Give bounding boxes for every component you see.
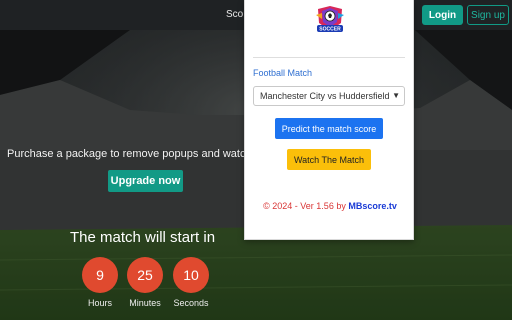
countdown-hours: 9 [82, 257, 118, 293]
match-select[interactable]: Manchester City vs Huddersfield ▼ [253, 86, 405, 106]
football-match-label: Football Match [253, 68, 313, 78]
promo-text: Purchase a package to remove popups and … [7, 148, 264, 160]
match-select-value: Manchester City vs Huddersfield [260, 91, 390, 101]
chevron-down-icon: ▼ [392, 91, 400, 100]
popup-divider [253, 57, 405, 58]
countdown-minutes: 25 [127, 257, 163, 293]
footer-brand-link[interactable]: MBscore.tv [348, 201, 397, 211]
hours-label: Hours [87, 298, 112, 308]
signup-button[interactable]: Sign up [467, 5, 509, 25]
upgrade-button[interactable]: Upgrade now [108, 170, 183, 192]
extension-popup: SOCCER Football Match Manchester City vs… [244, 0, 414, 240]
login-button[interactable]: Login [422, 5, 463, 25]
minutes-label: Minutes [129, 298, 161, 308]
nav-brand-text[interactable]: Sco [226, 9, 243, 20]
countdown-title: The match will start in [70, 229, 216, 246]
footer-version: © 2024 - Ver 1.56 by [263, 201, 346, 211]
seconds-label: Seconds [173, 298, 209, 308]
watch-match-button[interactable]: Watch The Match [287, 149, 371, 170]
predict-score-button[interactable]: Predict the match score [275, 118, 383, 139]
countdown-seconds: 10 [173, 257, 209, 293]
popup-footer: © 2024 - Ver 1.56 by MBscore.tv [245, 201, 415, 211]
soccer-logo-icon: SOCCER [316, 6, 344, 33]
logo-text: SOCCER [319, 27, 341, 33]
